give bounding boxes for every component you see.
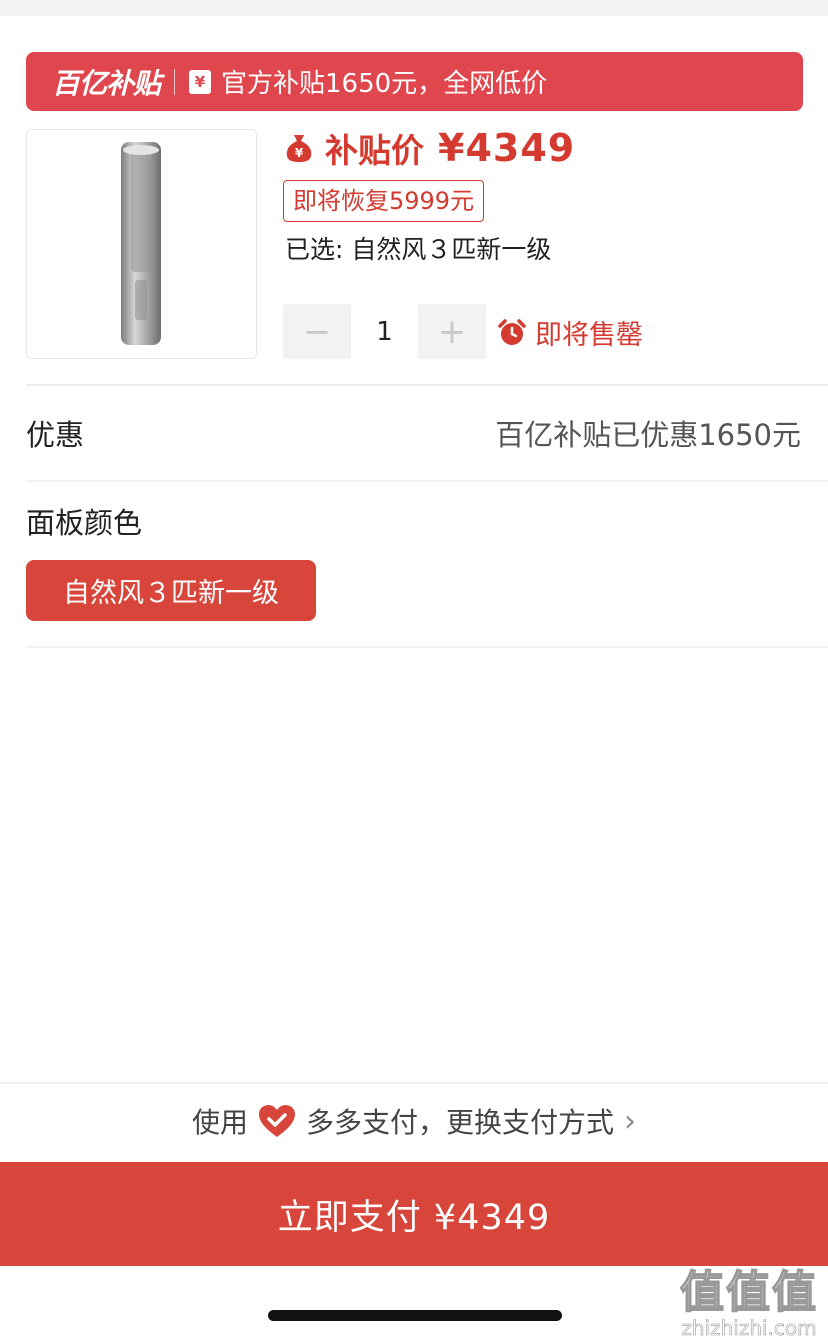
plus-button[interactable]: + [418,304,486,359]
panel-color-label: 面板颜色 [26,506,143,540]
heart-check-icon [259,1105,295,1137]
quantity-stepper: − 1 + [283,304,486,359]
watermark-url: zhizhizhi.com [681,1316,817,1340]
price-label: 补贴价 [325,131,424,170]
alarm-clock-icon [498,318,526,345]
selected-spec: 已选: 自然风３匹新一级 [285,235,552,264]
watermark-logo: 值值值 [679,1266,818,1319]
svg-text:¥: ¥ [295,146,304,160]
money-bag-icon: ¥ [286,135,312,162]
subsidy-banner: 百亿补贴 ¥ 官方补贴1650元，全网低价 [26,52,803,111]
payment-prefix: 使用 [191,1106,248,1139]
pay-now-button[interactable]: 立即支付 ¥4349 [0,1162,828,1266]
minus-button[interactable]: − [283,304,351,359]
tower-air-conditioner-image [121,142,161,345]
soldout-text: 即将售罄 [535,320,643,351]
payment-method-selector[interactable]: 使用 多多支付，更换支付方式 › [0,1098,828,1144]
price-value: ¥4349 [438,126,576,170]
divider [0,1082,828,1084]
divider [26,480,828,482]
top-strip [0,0,828,36]
panel-color-option[interactable]: 自然风３匹新一级 [26,560,316,621]
home-indicator[interactable] [268,1310,562,1321]
watermark: 值值值 zhizhizhi.com [676,1256,822,1340]
payment-method-text: 多多支付，更换支付方式 [306,1106,615,1139]
soldout-notice: 即将售罄 [498,313,643,352]
discount-value: 百亿补贴已优惠1650元 [495,418,801,452]
banner-text: 官方补贴1650元，全网低价 [221,69,548,99]
banner-separator [174,68,176,95]
divider [26,646,828,648]
restore-price-tag: 即将恢复5999元 [283,180,485,222]
product-image[interactable] [26,129,257,359]
discount-label: 优惠 [26,418,85,452]
price-row: ¥ 补贴价 ¥4349 [285,126,575,170]
quantity-value[interactable]: 1 [351,317,418,347]
chevron-right-icon: › [624,1103,637,1139]
yen-receipt-icon: ¥ [189,69,212,94]
banner-brand: 百亿补贴 [52,66,161,100]
divider [26,384,828,386]
